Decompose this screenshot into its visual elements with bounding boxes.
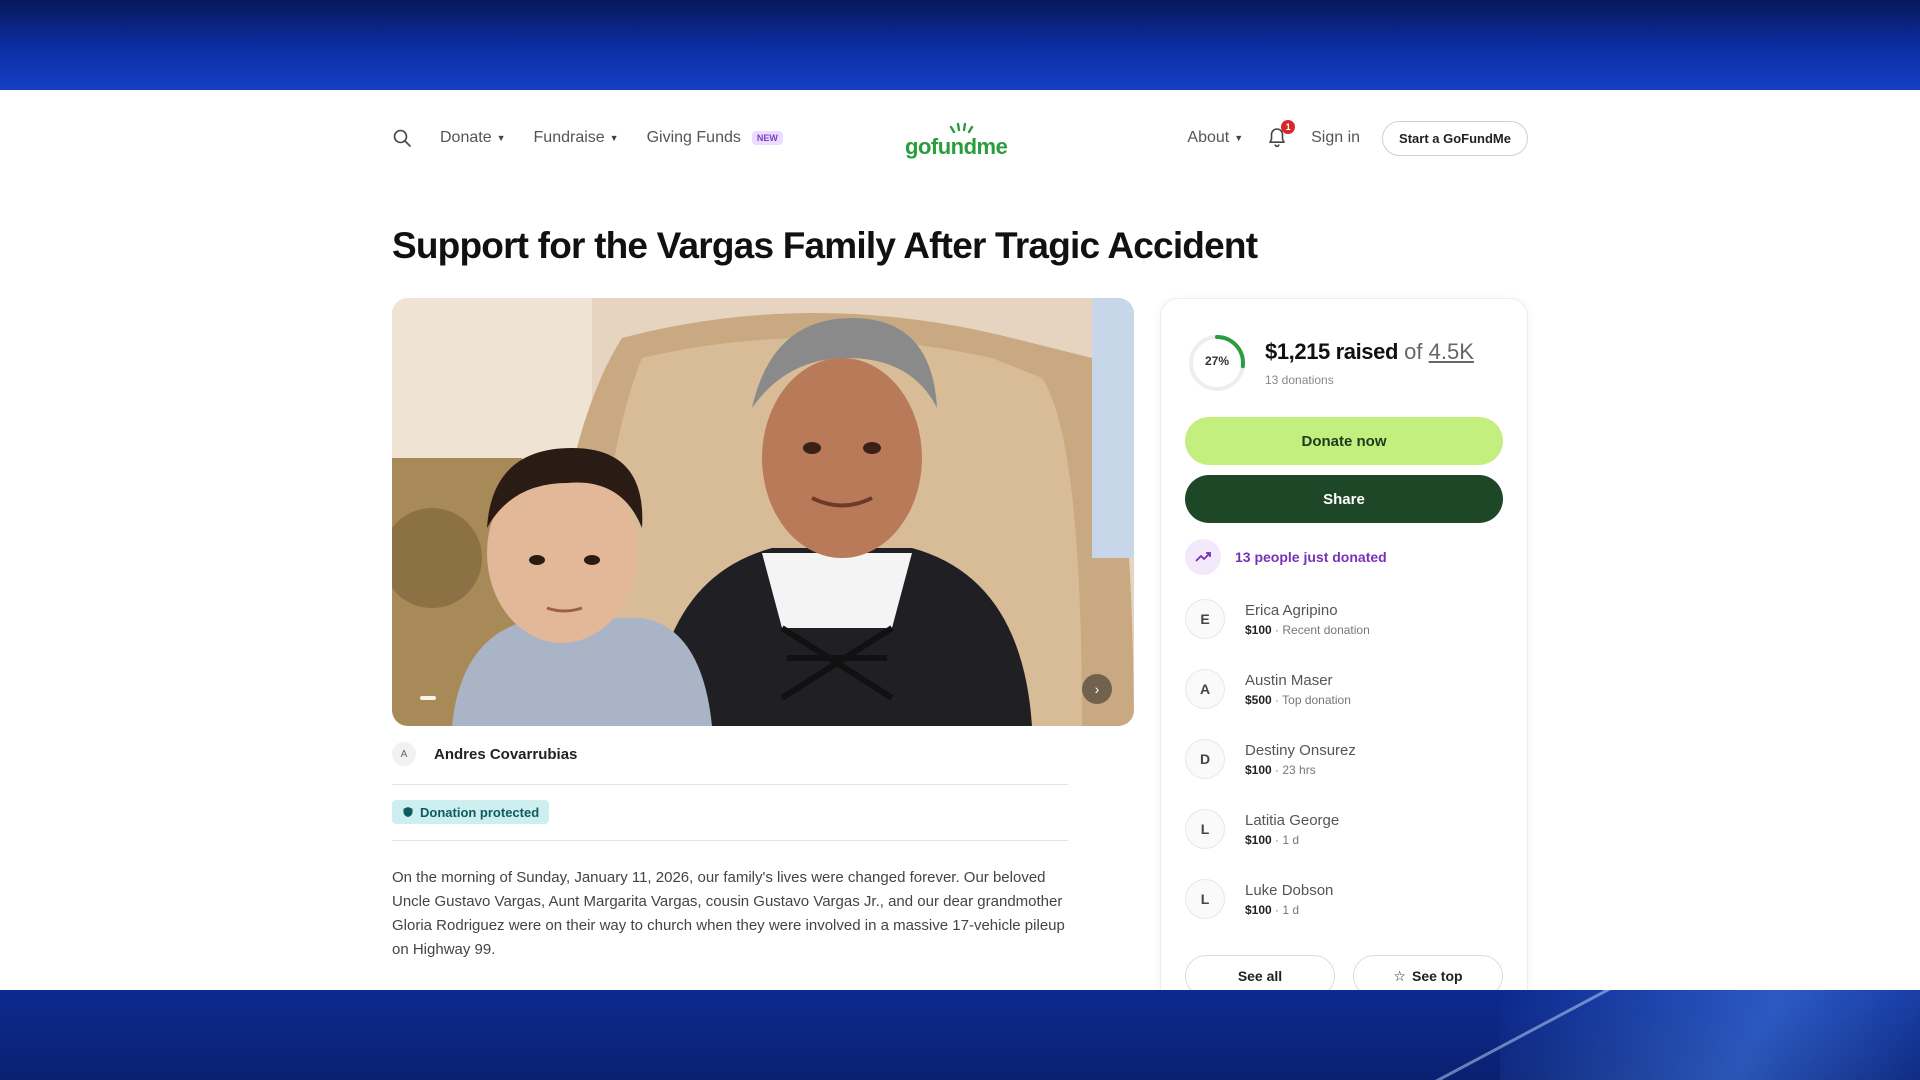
page-title: Support for the Vargas Family After Trag… (392, 225, 1258, 266)
donate-now-button[interactable]: Donate now (1185, 417, 1503, 465)
photo-illustration (392, 298, 1134, 726)
donor-row: D Destiny Onsurez $100 · 23 hrs (1185, 739, 1356, 779)
shield-icon (403, 807, 413, 817)
nav-right: About ▼ 1 Sign in Start a GoFundMe (1187, 116, 1528, 160)
gofundme-logo[interactable]: gofundme (905, 120, 1015, 160)
divider (392, 784, 1068, 785)
search-icon[interactable] (392, 128, 412, 148)
donor-avatar: L (1185, 809, 1225, 849)
see-all-button[interactable]: See all (1185, 955, 1335, 990)
nav-donate-label: Donate (440, 129, 492, 146)
browser-page: Donate ▼ Fundraise ▼ Giving Funds NEW go… (0, 90, 1920, 990)
donor-name: Austin Maser (1245, 671, 1333, 689)
next-arrow-icon[interactable]: › (1082, 674, 1112, 704)
logo-sunburst-icon (949, 122, 974, 134)
donor-amount: $100 (1245, 622, 1272, 637)
donor-note: · Recent donation (1271, 622, 1370, 637)
sign-in-link[interactable]: Sign in (1311, 129, 1360, 147)
donor-name: Erica Agripino (1245, 601, 1338, 619)
donor-meta: $100 · 1 d (1245, 833, 1339, 847)
organizer-name[interactable]: Andres Covarrubias (434, 746, 577, 763)
donor-meta: $100 · Recent donation (1245, 623, 1370, 637)
donor-row: E Erica Agripino $100 · Recent donation (1185, 599, 1370, 639)
donor-meta: $500 · Top donation (1245, 693, 1351, 707)
goal-amount[interactable]: 4.5K (1429, 339, 1474, 364)
donor-note: · 23 hrs (1271, 762, 1316, 777)
raised-amount: $1,215 raised (1265, 339, 1399, 364)
donor-row: A Austin Maser $500 · Top donation (1185, 669, 1351, 709)
donation-card: 27% $1,215 raised of 4.5K 13 donations D… (1160, 298, 1528, 990)
raised-of: of (1404, 339, 1423, 364)
nav-giving-funds[interactable]: Giving Funds NEW (647, 129, 783, 147)
donor-amount: $500 (1245, 692, 1272, 707)
chevron-down-icon: ▼ (609, 133, 619, 143)
donor-avatar: A (1185, 669, 1225, 709)
donor-name: Luke Dobson (1245, 881, 1334, 899)
nav-fundraise-label: Fundraise (533, 129, 605, 146)
donor-note: · 1 d (1271, 832, 1300, 847)
notification-badge: 1 (1281, 120, 1296, 134)
progress-percent: 27% (1204, 354, 1230, 368)
chevron-down-icon: ▼ (496, 133, 506, 143)
see-all-label: See all (1237, 968, 1283, 984)
see-top-button[interactable]: ☆ See top (1353, 955, 1503, 990)
nav-about[interactable]: About ▼ (1187, 129, 1243, 147)
tv-frame-bottom (0, 990, 1920, 1080)
donor-amount: $100 (1245, 832, 1272, 847)
star-icon: ☆ (1393, 967, 1406, 984)
donor-avatar: D (1185, 739, 1225, 779)
donor-name: Latitia George (1245, 811, 1340, 829)
start-gofundme-button[interactable]: Start a GoFundMe (1382, 120, 1528, 156)
carousel-indicator (420, 696, 436, 700)
see-top-label: See top (1411, 968, 1463, 984)
nav-donate[interactable]: Donate ▼ (440, 129, 506, 147)
campaign-story: On the morning of Sunday, January 11, 20… (392, 869, 1065, 958)
frame-glow (1500, 990, 1920, 1080)
campaign-photo[interactable]: › (392, 298, 1134, 726)
top-nav: Donate ▼ Fundraise ▼ Giving Funds NEW go… (392, 116, 1528, 160)
trending-up-icon (1185, 539, 1221, 575)
logo-text: gofundme (905, 134, 1008, 159)
donor-meta: $100 · 23 hrs (1245, 763, 1356, 777)
trend-text: 13 people just donated (1235, 549, 1387, 565)
donor-avatar: L (1185, 879, 1225, 919)
donor-note: · 1 d (1271, 902, 1300, 917)
tv-frame-top (0, 0, 1920, 90)
donor-row: L Luke Dobson $100 · 1 d (1185, 879, 1333, 919)
donor-meta: $100 · 1 d (1245, 903, 1333, 917)
donor-name: Destiny Onsurez (1245, 741, 1356, 759)
organizer-row: A Andres Covarrubias (392, 742, 577, 766)
donations-count: 13 donations (1265, 373, 1334, 387)
donor-amount: $100 (1245, 902, 1272, 917)
nav-giving-funds-label: Giving Funds (646, 129, 741, 146)
donor-avatar: E (1185, 599, 1225, 639)
donor-amount: $100 (1245, 762, 1272, 777)
organizer-avatar: A (392, 742, 416, 766)
divider (392, 840, 1068, 841)
nav-about-label: About (1187, 129, 1230, 146)
new-badge: NEW (751, 131, 783, 145)
donor-row: L Latitia George $100 · 1 d (1185, 809, 1339, 849)
progress-ring: 27% (1187, 333, 1247, 393)
bell-icon[interactable]: 1 (1265, 120, 1296, 150)
recent-donations-trend: 13 people just donated (1185, 539, 1387, 575)
share-button[interactable]: Share (1185, 475, 1503, 523)
chevron-down-icon: ▼ (1234, 133, 1244, 143)
nav-left: Donate ▼ Fundraise ▼ Giving Funds NEW (392, 116, 783, 160)
donation-protected-badge[interactable]: Donation protected (392, 800, 550, 824)
donor-note: · Top donation (1271, 692, 1351, 707)
donation-protected-label: Donation protected (420, 804, 540, 820)
amount-raised: $1,215 raised of 4.5K (1265, 339, 1474, 365)
nav-fundraise[interactable]: Fundraise ▼ (534, 129, 619, 147)
